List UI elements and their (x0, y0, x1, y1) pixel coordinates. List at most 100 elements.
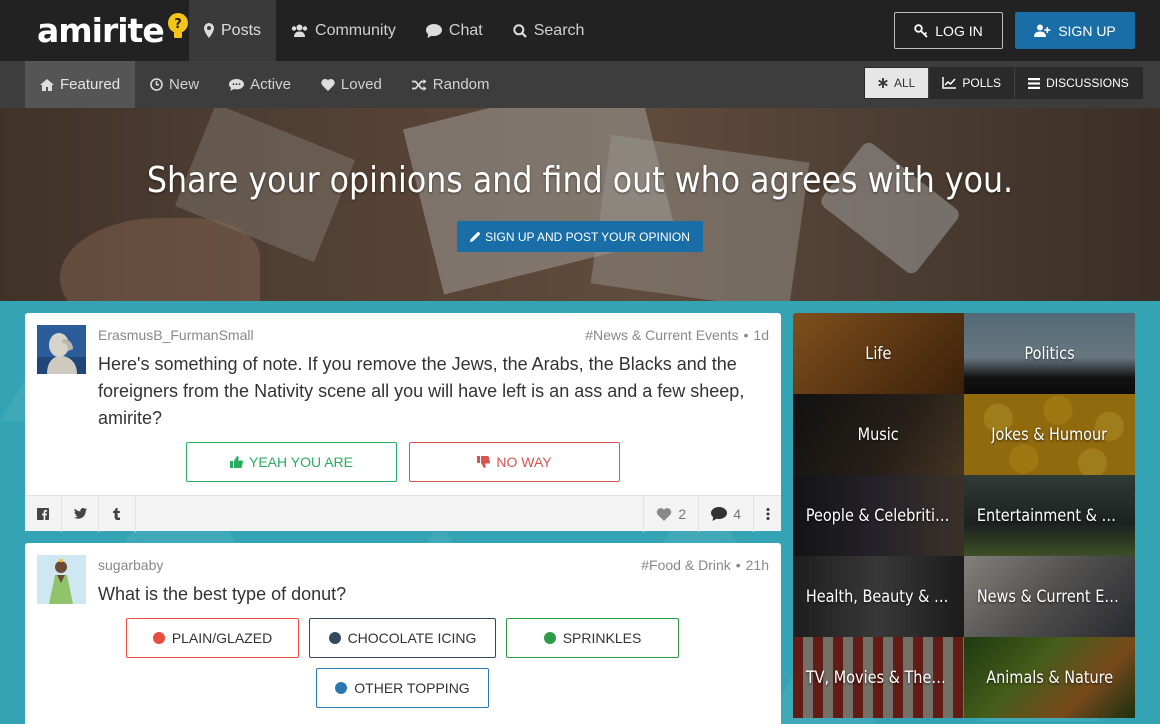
sort-random[interactable]: Random (397, 61, 505, 108)
users-icon (291, 24, 308, 37)
filter-discussions[interactable]: DISCUSSIONS (1015, 68, 1142, 98)
share-twitter-button[interactable] (62, 495, 99, 532)
post-text[interactable]: What is the best type of donut? (98, 581, 758, 608)
like-count: 2 (678, 505, 687, 522)
site-logo[interactable]: amirite ? (37, 10, 190, 50)
category-health[interactable]: Health, Beauty & Fi... (793, 556, 964, 637)
heart-icon (657, 507, 672, 521)
thumbs-down-icon (477, 456, 491, 468)
statue-avatar-image (37, 325, 86, 374)
post-meta: #News & Current Events • 1d (585, 327, 769, 343)
post-category[interactable]: #News & Current Events (585, 327, 738, 343)
vertical-ellipsis-icon (766, 507, 769, 520)
vote-no-label: NO WAY (496, 454, 552, 470)
hero-signup-button[interactable]: SIGN UP AND POST YOUR OPINION (457, 221, 703, 252)
sort-random-label: Random (432, 76, 490, 93)
lightbulb-icon: ? (167, 13, 188, 38)
filter-all[interactable]: ALL (865, 68, 930, 98)
category-jokes[interactable]: Jokes & Humour (964, 394, 1135, 475)
sort-loved[interactable]: Loved (306, 61, 397, 108)
poll-color-dot (152, 632, 165, 644)
category-label: Health, Beauty & Fi... (805, 586, 952, 607)
category-animals[interactable]: Animals & Nature (964, 637, 1135, 718)
logo-text: amirite (37, 10, 165, 50)
sort-active[interactable]: Active (214, 61, 306, 108)
post-card: ErasmusB_FurmanSmall #News & Current Eve… (25, 313, 781, 532)
nav-posts[interactable]: Posts (189, 0, 277, 61)
poll-color-dot (328, 632, 341, 644)
sort-loved-label: Loved (340, 76, 382, 93)
pencil-icon (470, 231, 481, 242)
sort-featured[interactable]: Featured (25, 61, 136, 108)
nav-search[interactable]: Search (498, 0, 600, 61)
post-text[interactable]: Here's something of note. If you remove … (98, 351, 758, 432)
hero-signup-label: SIGN UP AND POST YOUR OPINION (485, 229, 690, 244)
signup-label: SIGN UP (1058, 22, 1116, 39)
vote-yes-button[interactable]: YEAH YOU ARE (186, 442, 397, 482)
login-button[interactable]: LOG IN (894, 12, 1003, 49)
post-author[interactable]: sugarbaby (98, 557, 163, 573)
poll-option[interactable]: CHOCOLATE ICING (309, 618, 496, 658)
nav-community-label: Community (315, 21, 396, 39)
asterisk-icon (878, 78, 888, 88)
list-icon (1028, 77, 1041, 89)
filter-polls[interactable]: POLLS (929, 68, 1016, 98)
nav-search-label: Search (533, 21, 585, 39)
poll-option-label: SPRINKLES (562, 630, 642, 646)
chart-icon (942, 77, 957, 89)
poll-option[interactable]: OTHER TOPPING (316, 668, 489, 708)
category-life[interactable]: Life (793, 313, 964, 394)
meta-separator: • (743, 327, 749, 343)
comment-button[interactable]: 4 (698, 495, 753, 532)
category-label: Politics (1024, 343, 1075, 364)
poll-option-label: PLAIN/GLAZED (171, 630, 273, 646)
poll-option[interactable]: SPRINKLES (506, 618, 679, 658)
more-options-button[interactable] (753, 495, 781, 532)
category-label: TV, Movies & Theatre (805, 667, 952, 688)
category-entertainment[interactable]: Entertainment & H... (964, 475, 1135, 556)
meta-separator: • (735, 557, 741, 573)
category-music[interactable]: Music (793, 394, 964, 475)
category-label: Life (865, 343, 892, 364)
nav-chat-label: Chat (448, 21, 483, 39)
tumblr-icon (113, 508, 120, 520)
poll-color-dot (543, 632, 556, 644)
user-plus-icon (1034, 24, 1051, 37)
category-politics[interactable]: Politics (964, 313, 1135, 394)
filter-polls-label: POLLS (962, 76, 1002, 90)
nav-chat[interactable]: Chat (411, 0, 498, 61)
category-tv-movies[interactable]: TV, Movies & Theatre (793, 637, 964, 718)
clock-icon (150, 78, 163, 91)
category-news[interactable]: News & Current Ev... (964, 556, 1135, 637)
twitter-icon (73, 508, 87, 519)
svg-text:?: ? (174, 17, 182, 32)
sort-featured-label: Featured (60, 76, 121, 93)
hero-banner: Share your opinions and find out who agr… (0, 108, 1160, 301)
nav-posts-label: Posts (221, 21, 262, 39)
category-grid: Life Politics Music Jokes & Humour Peopl… (793, 313, 1136, 724)
map-marker-icon (204, 23, 214, 38)
share-facebook-button[interactable] (25, 495, 62, 532)
login-label: LOG IN (935, 22, 983, 39)
avatar[interactable] (37, 325, 86, 374)
vote-no-button[interactable]: NO WAY (409, 442, 620, 482)
avatar[interactable] (37, 555, 86, 604)
sort-new[interactable]: New (135, 61, 214, 108)
facebook-icon (37, 507, 49, 520)
poll-option[interactable]: PLAIN/GLAZED (126, 618, 299, 658)
post-age: 21h (745, 557, 769, 573)
key-icon (914, 23, 928, 38)
vote-yes-label: YEAH YOU ARE (248, 454, 353, 470)
category-label: Music (857, 424, 900, 445)
like-button[interactable]: 2 (643, 495, 698, 532)
share-tumblr-button[interactable] (99, 495, 136, 532)
nav-community[interactable]: Community (276, 0, 411, 61)
post-author[interactable]: ErasmusB_FurmanSmall (98, 327, 254, 343)
hero-title: Share your opinions and find out who agr… (146, 160, 1014, 201)
poll-option-label: CHOCOLATE ICING (347, 630, 477, 646)
category-people[interactable]: People & Celebrities (793, 475, 964, 556)
heart-icon (321, 79, 335, 91)
sort-new-label: New (169, 76, 200, 93)
post-category[interactable]: #Food & Drink (641, 557, 730, 573)
signup-button[interactable]: SIGN UP (1015, 12, 1135, 49)
